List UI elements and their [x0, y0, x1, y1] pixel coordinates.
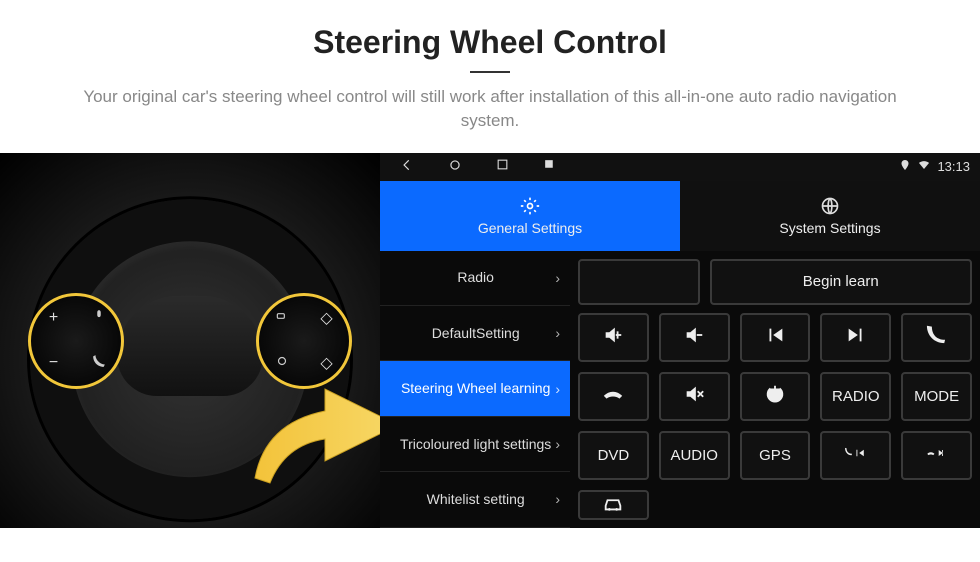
power-button[interactable] [740, 372, 811, 421]
power-icon [764, 383, 786, 409]
plus-icon: + [49, 309, 58, 327]
phone-icon [92, 354, 106, 373]
wheel-left-controls: + − [28, 293, 124, 389]
cycle-icon [275, 354, 289, 373]
next-track-button[interactable] [820, 313, 891, 362]
source-icon [275, 309, 289, 328]
voice-icon [92, 309, 106, 328]
sidebar-item-whitelist[interactable]: Whitelist setting› [380, 472, 570, 527]
dvd-button[interactable]: DVD [578, 431, 649, 480]
swc-button-grid: RADIO MODE DVD AUDIO GPS [578, 313, 972, 520]
chevron-right-icon: › [555, 325, 560, 341]
button-label: DVD [598, 447, 630, 464]
chevron-right-icon: › [555, 381, 560, 397]
tab-general-settings[interactable]: General Settings [380, 181, 680, 251]
prev-track-button[interactable] [740, 313, 811, 362]
car-icon [602, 492, 624, 518]
vol-up-icon [602, 324, 624, 350]
vol-down-icon [683, 324, 705, 350]
mute-icon [683, 383, 705, 409]
steering-wheel-photo: + − ◇ ◇ [0, 153, 380, 528]
phone-next-button[interactable] [901, 431, 972, 480]
content-row: + − ◇ ◇ 13 [0, 153, 980, 528]
settings-tabs: General Settings System Settings [380, 181, 980, 251]
title-divider [470, 71, 510, 73]
phone-button[interactable] [901, 313, 972, 362]
sidebar-item-label: Tricoloured light settings [396, 436, 555, 453]
wheel-hub [117, 296, 263, 396]
minus-icon: − [49, 354, 58, 372]
wheel-right-controls: ◇ ◇ [256, 293, 352, 389]
sidebar-item-tricoloured[interactable]: Tricoloured light settings› [380, 417, 570, 472]
learn-status-box [578, 259, 700, 305]
wifi-icon [917, 159, 931, 174]
audio-button[interactable]: AUDIO [659, 431, 730, 480]
chevron-right-icon: › [555, 491, 560, 507]
head-unit-screen: 13:13 General Settings System Settings R… [380, 153, 980, 528]
chevron-right-icon: › [555, 436, 560, 452]
learn-panel: Begin learn RADIO MODE DVD AUDIO GPS [570, 251, 980, 528]
settings-sidebar: Radio› DefaultSetting› Steering Wheel le… [380, 251, 570, 528]
clock-label: 13:13 [937, 159, 970, 174]
sidebar-item-label: Whitelist setting [396, 491, 555, 508]
page-subtitle: Your original car's steering wheel contr… [60, 85, 920, 133]
button-label: MODE [914, 388, 959, 405]
gps-status-icon [899, 159, 911, 174]
tab-system-settings[interactable]: System Settings [680, 181, 980, 251]
chevron-right-icon: › [555, 270, 560, 286]
diamond-up-icon: ◇ [320, 308, 332, 328]
volume-down-button[interactable] [659, 313, 730, 362]
mute-button[interactable] [659, 372, 730, 421]
recents-icon[interactable] [496, 158, 509, 175]
phone-prev-button[interactable] [820, 431, 891, 480]
gps-button[interactable]: GPS [740, 431, 811, 480]
settings-main: Radio› DefaultSetting› Steering Wheel le… [380, 251, 980, 528]
android-status-bar: 13:13 [380, 153, 980, 181]
button-label: AUDIO [670, 447, 718, 464]
page-title: Steering Wheel Control [40, 24, 940, 61]
hangup-icon [602, 383, 624, 409]
diamond-down-icon: ◇ [320, 353, 332, 373]
mode-button[interactable]: MODE [901, 372, 972, 421]
sidebar-item-radio[interactable]: Radio› [380, 251, 570, 306]
tab-label: System Settings [779, 220, 880, 236]
tab-label: General Settings [478, 220, 582, 236]
begin-learn-button[interactable]: Begin learn [710, 259, 973, 305]
page-header: Steering Wheel Control Your original car… [0, 0, 980, 145]
phone-prev-icon [845, 442, 867, 468]
sidebar-item-steering-wheel[interactable]: Steering Wheel learning› [380, 361, 570, 416]
sidebar-item-label: DefaultSetting [396, 325, 555, 342]
radio-button[interactable]: RADIO [820, 372, 891, 421]
globe-icon [820, 196, 840, 216]
begin-learn-label: Begin learn [803, 273, 879, 290]
prev-icon [764, 324, 786, 350]
volume-up-button[interactable] [578, 313, 649, 362]
sidebar-item-label: Steering Wheel learning [396, 380, 555, 397]
screenshot-icon[interactable] [543, 158, 556, 175]
gear-icon [520, 196, 540, 216]
sidebar-item-default[interactable]: DefaultSetting› [380, 306, 570, 361]
arrow-highlight [250, 383, 380, 493]
hangup-button[interactable] [578, 372, 649, 421]
phone-next-icon [926, 442, 948, 468]
sidebar-item-label: Radio [396, 269, 555, 286]
next-icon [845, 324, 867, 350]
phone-icon [926, 324, 948, 350]
button-label: RADIO [832, 388, 880, 405]
button-label: GPS [759, 447, 791, 464]
back-icon[interactable] [400, 158, 414, 175]
car-button[interactable] [578, 490, 649, 520]
home-icon[interactable] [448, 158, 462, 175]
